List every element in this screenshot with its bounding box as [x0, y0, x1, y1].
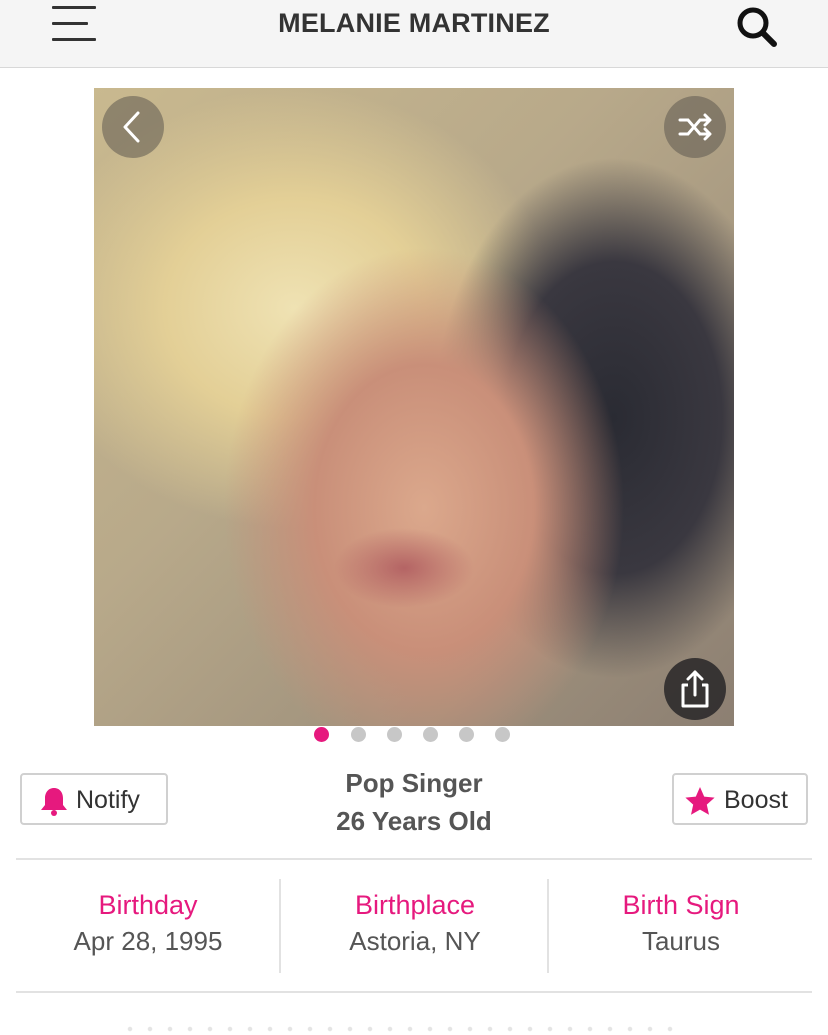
- fact-label: Birth Sign: [622, 890, 740, 920]
- carousel-dot[interactable]: [387, 727, 402, 742]
- chevron-left-icon[interactable]: [102, 96, 164, 158]
- star-icon: [684, 785, 716, 824]
- fact-label: Birthday: [98, 890, 198, 920]
- occupation: Pop Singer: [345, 768, 483, 798]
- notify-button[interactable]: Notify: [20, 773, 168, 825]
- divider: [279, 879, 281, 973]
- carousel-dot[interactable]: [423, 727, 438, 742]
- dotted-separator: [120, 1026, 680, 1032]
- fact-birthday: Birthday Apr 28, 1995: [16, 890, 280, 957]
- share-icon[interactable]: [664, 658, 726, 720]
- fact-label: Birthplace: [354, 890, 476, 920]
- page-title: MELANIE MARTINEZ: [278, 8, 550, 38]
- profile-photo[interactable]: [94, 88, 734, 726]
- carousel-dot[interactable]: [495, 727, 510, 742]
- notify-label: Notify: [76, 786, 140, 814]
- shuffle-icon[interactable]: [664, 96, 726, 158]
- boost-button[interactable]: Boost: [672, 773, 808, 825]
- fact-value: Taurus: [641, 926, 721, 956]
- age: 26 Years Old: [336, 806, 492, 836]
- fact-value: Apr 28, 1995: [73, 926, 223, 956]
- fact-birthplace: Birthplace Astoria, NY: [282, 890, 548, 957]
- divider: [16, 858, 812, 860]
- fact-value: Astoria, NY: [349, 926, 481, 956]
- carousel-dot[interactable]: [351, 727, 366, 742]
- search-icon[interactable]: [734, 4, 780, 48]
- divider: [16, 991, 812, 993]
- app-header: MELANIE MARTINEZ: [0, 0, 828, 68]
- bell-icon: [38, 785, 70, 824]
- fact-birth-sign: Birth Sign Taurus: [550, 890, 812, 957]
- divider: [547, 879, 549, 973]
- carousel-dot[interactable]: [314, 727, 329, 742]
- carousel-dot[interactable]: [459, 727, 474, 742]
- boost-label: Boost: [724, 786, 788, 814]
